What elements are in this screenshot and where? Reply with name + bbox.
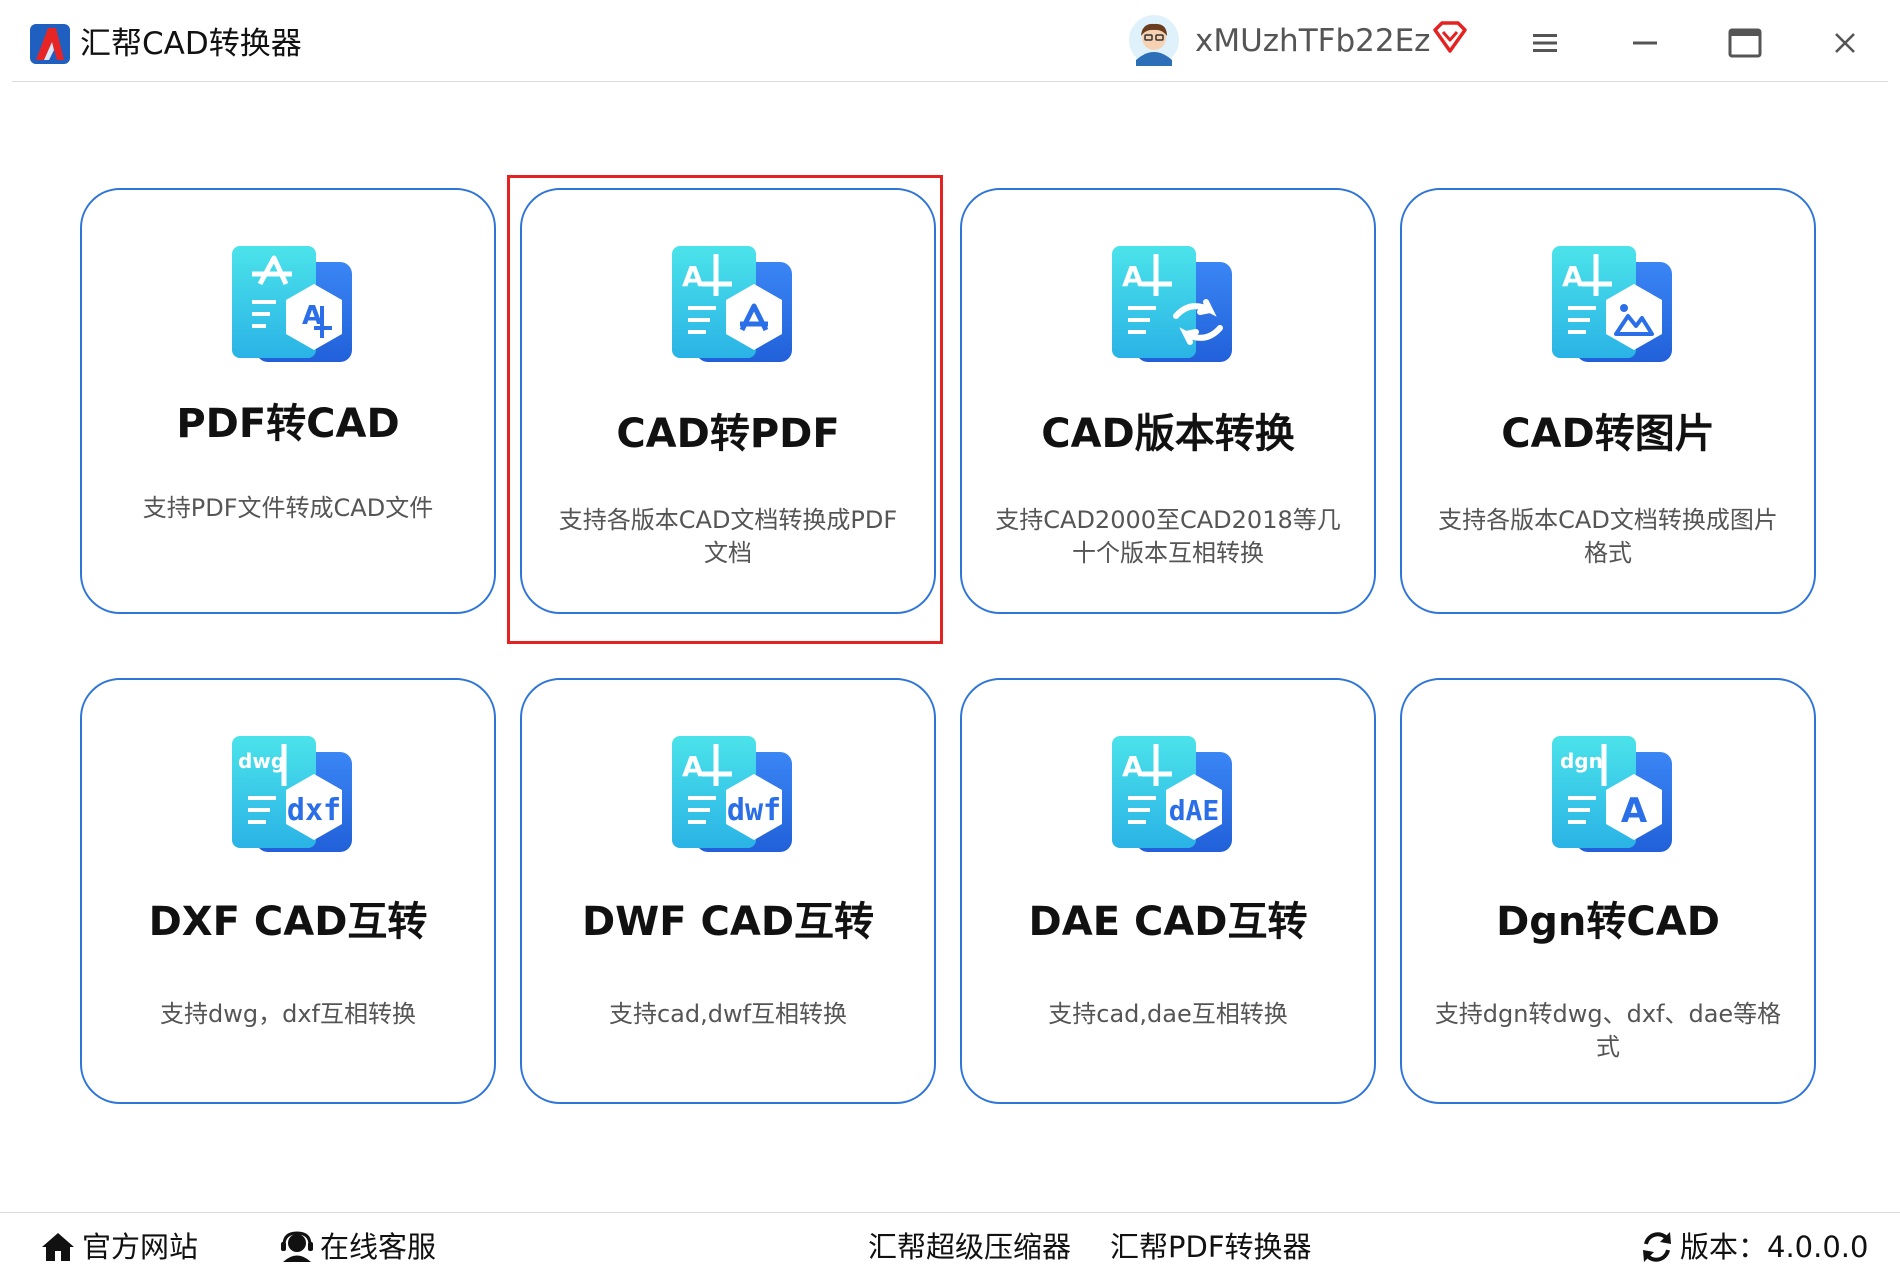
- card-title: DXF CAD互转: [148, 899, 428, 945]
- card-title: Dgn转CAD: [1496, 899, 1720, 945]
- title-divider: [12, 81, 1888, 82]
- card-description: 支持各版本CAD文档转换成PDF文档: [558, 506, 898, 567]
- autocad-a-icon: [30, 24, 70, 64]
- card-description: 支持PDF文件转成CAD文件: [142, 494, 434, 522]
- svg-text:A: A: [1562, 260, 1584, 293]
- badge-text: dAE: [1169, 794, 1220, 827]
- bottom-bar: 官方网站 在线客服 汇帮超级压缩器 汇帮PDF转换器 版本：4.0.0.0: [0, 1212, 1900, 1281]
- dxf-cad-icon: dwg dxf: [232, 736, 352, 852]
- card-cad-to-image[interactable]: A CAD转图片 支持各版本CAD文档转换成图片格式: [1400, 188, 1816, 614]
- user-avatar-icon[interactable]: [1128, 14, 1180, 66]
- online-service-label: 在线客服: [320, 1230, 437, 1264]
- badge-text: dxf: [287, 793, 341, 828]
- card-title: CAD版本转换: [1041, 411, 1295, 457]
- badge-top-text: A: [682, 750, 704, 783]
- card-title: DAE CAD互转: [1028, 899, 1308, 945]
- maximize-icon: [1728, 28, 1762, 58]
- card-cad-version-convert[interactable]: A CAD版本转换 支持CAD2000至CAD2018等几十个版本互相转换: [960, 188, 1376, 614]
- card-dwf-cad[interactable]: A dwf DWF CAD互转 支持cad,dwf互相转换: [520, 678, 936, 1104]
- dae-cad-icon: A dAE: [1112, 736, 1232, 852]
- maximize-button[interactable]: [1720, 18, 1770, 68]
- menu-icon: [1533, 34, 1557, 52]
- version-info[interactable]: 版本：4.0.0.0: [1640, 1227, 1868, 1267]
- card-title: DWF CAD互转: [581, 899, 875, 945]
- card-description: 支持cad,dwf互相转换: [608, 1000, 848, 1028]
- official-site-label: 官方网站: [82, 1230, 199, 1264]
- menu-button[interactable]: [1520, 18, 1570, 68]
- dgn-to-cad-icon: dgn A: [1552, 736, 1672, 852]
- refresh-icon: [1643, 1232, 1671, 1262]
- badge-top-text: dwg: [238, 749, 285, 773]
- cad-to-pdf-icon: A: [672, 246, 792, 362]
- svg-text:A: A: [1122, 260, 1144, 293]
- card-pdf-to-cad[interactable]: A PDF转CAD 支持PDF文件转成CAD文件: [80, 188, 496, 614]
- online-service-link[interactable]: 在线客服: [280, 1227, 436, 1267]
- headset-icon: [281, 1231, 313, 1262]
- badge-top-text: A: [1122, 750, 1144, 783]
- minimize-icon: [1633, 41, 1657, 45]
- official-site-link[interactable]: 官方网站: [40, 1227, 198, 1267]
- badge-text: A: [1621, 791, 1648, 831]
- cad-version-convert-icon: A: [1112, 246, 1232, 362]
- close-button[interactable]: [1820, 18, 1870, 68]
- badge-text: dwf: [727, 793, 781, 828]
- cad-to-image-icon: A: [1552, 246, 1672, 362]
- card-description: 支持cad,dae互相转换: [1048, 1000, 1288, 1028]
- pdf-converter-link[interactable]: 汇帮PDF转换器: [1110, 1227, 1312, 1267]
- version-label: 版本：4.0.0.0: [1680, 1230, 1869, 1264]
- card-description: 支持dwg，dxf互相转换: [160, 1000, 416, 1028]
- card-cad-to-pdf[interactable]: A CAD转PDF 支持各版本CAD文档转换成PDF文档: [520, 188, 936, 614]
- card-dgn-to-cad[interactable]: dgn A Dgn转CAD 支持dgn转dwg、dxf、dae等格式: [1400, 678, 1816, 1104]
- title-bar: 汇帮CAD转换器 xMUzhTFb22Ez: [0, 0, 1900, 82]
- close-icon: [1835, 33, 1855, 53]
- app-title: 汇帮CAD转换器: [80, 26, 302, 62]
- dwf-cad-icon: A dwf: [672, 736, 792, 852]
- card-description: 支持各版本CAD文档转换成图片格式: [1438, 506, 1778, 567]
- pdf-to-cad-icon: A: [232, 246, 352, 362]
- card-title: CAD转图片: [1501, 411, 1715, 457]
- card-dae-cad[interactable]: A dAE DAE CAD互转 支持cad,dae互相转换: [960, 678, 1376, 1104]
- card-description: 支持dgn转dwg、dxf、dae等格式: [1434, 1000, 1782, 1061]
- username[interactable]: xMUzhTFb22Ez: [1195, 20, 1430, 62]
- card-dxf-cad[interactable]: dwg dxf DXF CAD互转 支持dwg，dxf互相转换: [80, 678, 496, 1104]
- vip-diamond-icon[interactable]: [1432, 20, 1468, 54]
- svg-text:A: A: [682, 260, 704, 293]
- card-title: PDF转CAD: [176, 401, 400, 447]
- home-icon: [42, 1233, 74, 1261]
- card-description: 支持CAD2000至CAD2018等几十个版本互相转换: [995, 506, 1341, 567]
- card-title: CAD转PDF: [616, 411, 840, 457]
- compressor-link[interactable]: 汇帮超级压缩器: [868, 1227, 1071, 1267]
- minimize-button[interactable]: [1620, 18, 1670, 68]
- badge-top-text: dgn: [1560, 749, 1603, 773]
